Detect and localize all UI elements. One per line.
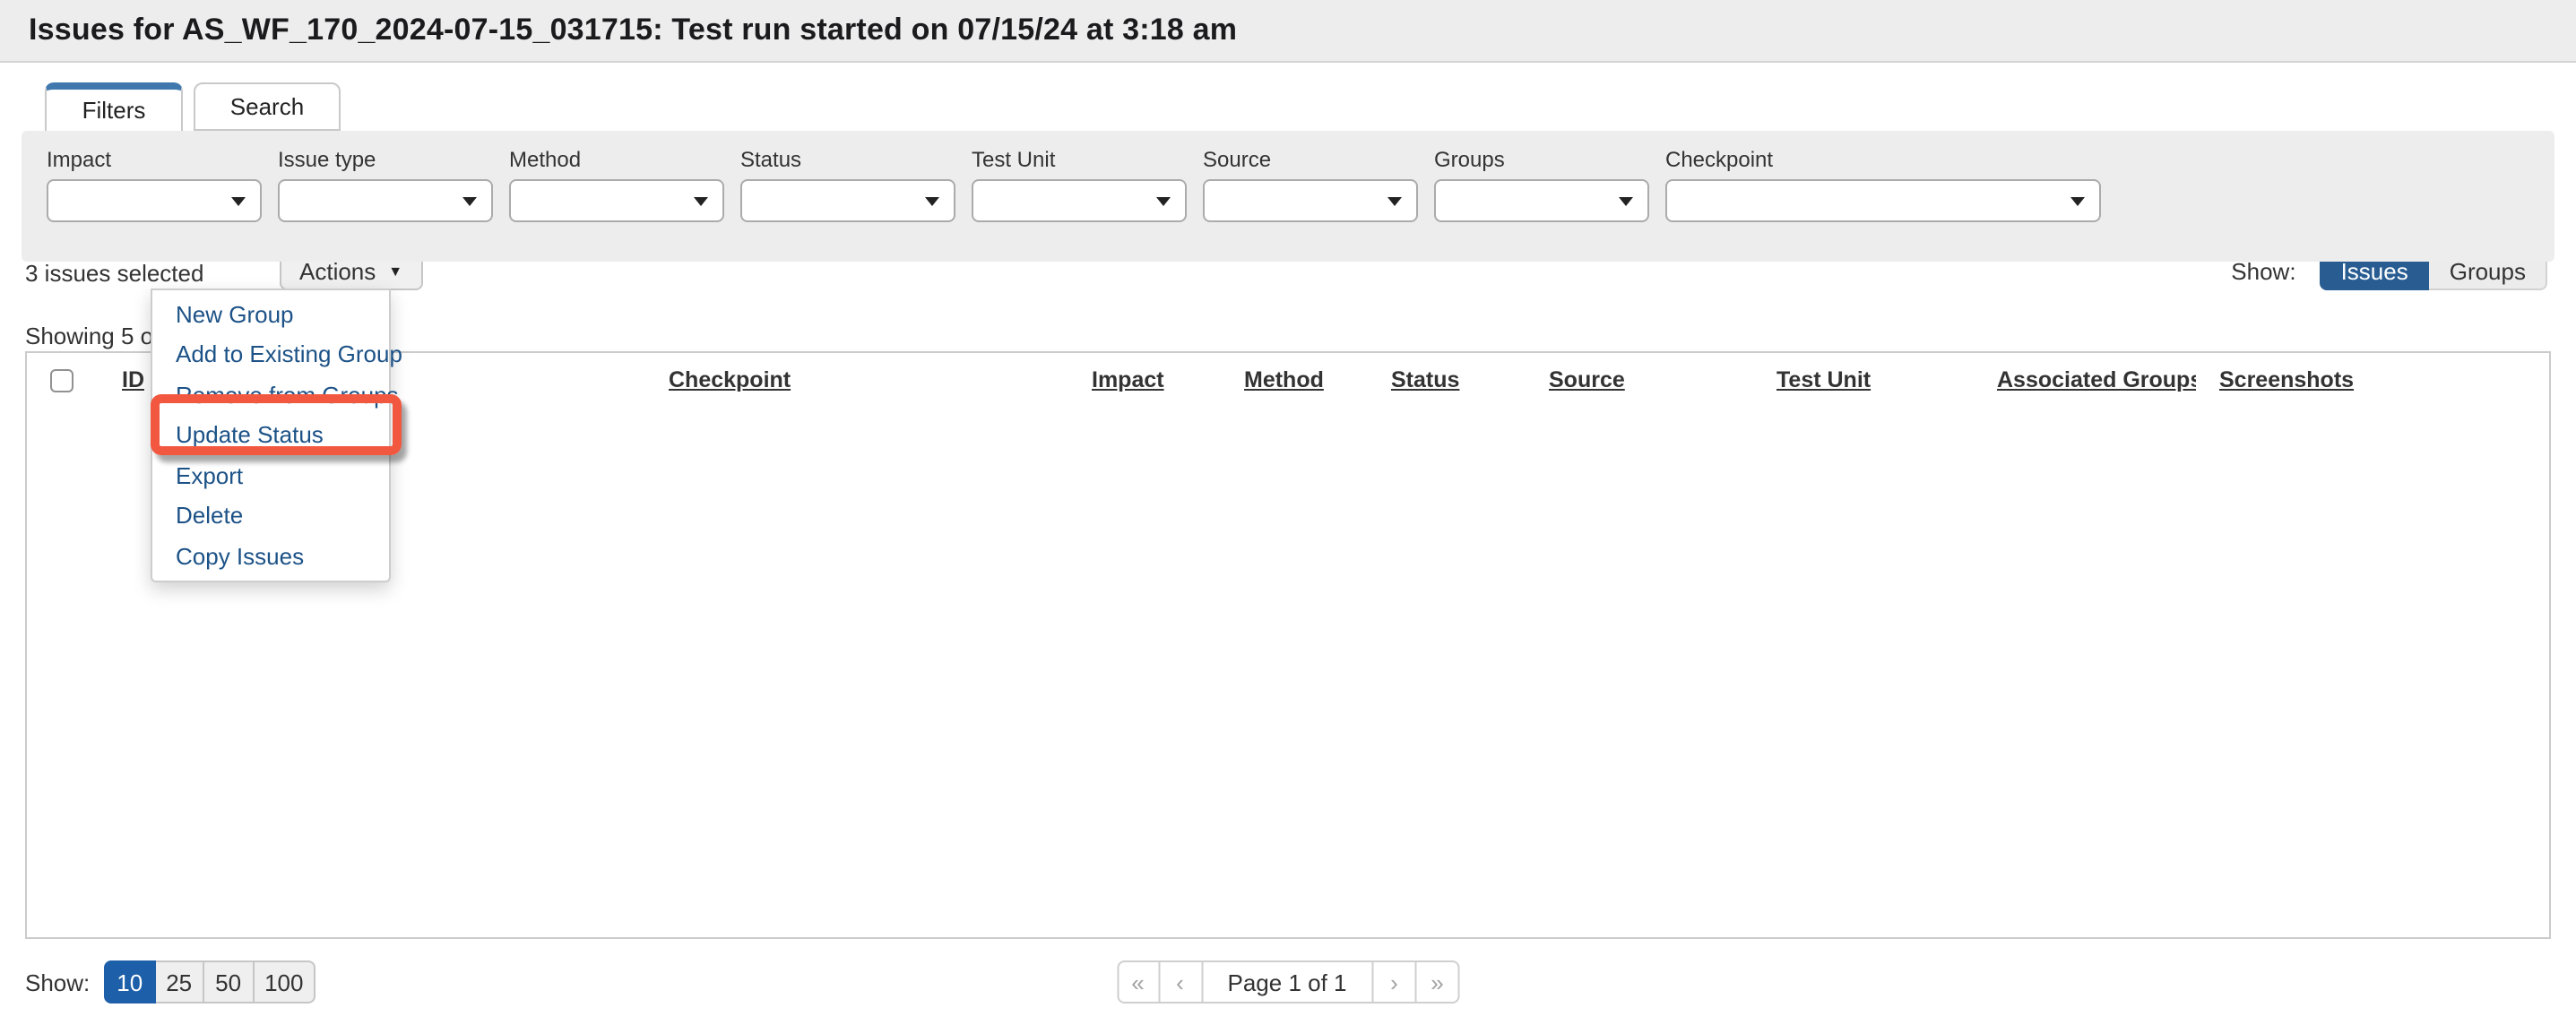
dropdown-caret-icon: [1387, 197, 1402, 206]
page-title: Issues for AS_WF_170_2024-07-15_031715: …: [29, 13, 1238, 47]
filter-label-impact: Impact: [47, 147, 112, 172]
dropdown-caret-icon: [231, 197, 246, 206]
source-filter-select[interactable]: [1203, 179, 1418, 222]
menu-item-remove-from-groups[interactable]: Remove from Groups: [152, 375, 399, 415]
filter-group-method: Method: [509, 147, 724, 262]
dropdown-caret-icon: [2070, 197, 2085, 206]
page-indicator: Page 1 of 1: [1202, 960, 1374, 1003]
filter-label-checkpoint: Checkpoint: [1665, 147, 1774, 172]
chevron-down-icon: ▼: [388, 263, 403, 279]
filter-panel: Impact Issue type Method Status Test Unit Sou…: [22, 131, 2554, 262]
filter-label-groups: Groups: [1434, 147, 1505, 172]
issues-selected-count: 3 issues selected: [25, 259, 204, 286]
next-page-button[interactable]: ›: [1373, 960, 1417, 1003]
tab-filters-label: Filters: [82, 97, 146, 124]
page-header: Issues for AS_WF_170_2024-07-15_031715: …: [0, 0, 2576, 63]
column-header-source[interactable]: Source: [1549, 367, 1625, 392]
menu-item-update-status[interactable]: Update Status: [152, 415, 389, 455]
menu-item-add-to-existing-group[interactable]: Add to Existing Group: [152, 334, 402, 375]
table-header-row: ID▲ Description Checkpoint Impact Method…: [27, 353, 2549, 407]
filter-group-status: Status: [740, 147, 955, 262]
impact-filter-select[interactable]: [47, 179, 262, 222]
dropdown-caret-icon: [462, 197, 477, 206]
filter-label-test-unit: Test Unit: [972, 147, 1056, 172]
page-size-25-button[interactable]: 25: [155, 960, 205, 1003]
filter-group-impact: Impact: [47, 147, 262, 262]
filter-label-source: Source: [1203, 147, 1272, 172]
column-header-impact[interactable]: Impact: [1092, 367, 1164, 392]
status-filter-select[interactable]: [740, 179, 955, 222]
menu-item-export[interactable]: Export: [152, 455, 389, 495]
page-size-100-button[interactable]: 100: [254, 960, 316, 1003]
column-header-id[interactable]: ID: [122, 367, 144, 392]
tab-filters[interactable]: Filters: [45, 82, 183, 131]
tab-search[interactable]: Search: [194, 82, 341, 131]
method-filter-select[interactable]: [509, 179, 724, 222]
first-page-button[interactable]: «: [1116, 960, 1160, 1003]
menu-item-delete[interactable]: Delete: [152, 495, 389, 536]
checkpoint-filter-select[interactable]: [1665, 179, 2101, 222]
select-all-checkbox[interactable]: [50, 369, 73, 393]
groups-filter-select[interactable]: [1434, 179, 1649, 222]
filter-group-source: Source: [1203, 147, 1418, 262]
page-size-control: Show: 10 25 50 100: [25, 960, 316, 1003]
page-size-label: Show:: [25, 969, 91, 995]
dropdown-caret-icon: [1156, 197, 1171, 206]
column-header-test-unit[interactable]: Test Unit: [1776, 367, 1871, 392]
actions-dropdown-menu: New Group Add to Existing Group Remove fro…: [151, 289, 402, 581]
issues-table-container: ID▲ Description Checkpoint Impact Method…: [25, 351, 2551, 939]
last-page-icon: »: [1431, 969, 1444, 995]
dropdown-caret-icon: [1619, 197, 1633, 206]
dropdown-caret-icon: [925, 197, 939, 206]
column-header-checkpoint[interactable]: Checkpoint: [669, 367, 791, 392]
filter-label-status: Status: [740, 147, 802, 172]
issue-type-filter-select[interactable]: [278, 179, 493, 222]
column-header-screenshots[interactable]: Screenshots: [2219, 367, 2354, 392]
menu-item-copy-issues[interactable]: Copy Issues: [152, 536, 389, 576]
tab-bar: Filters Search: [45, 82, 341, 131]
bottom-bar: Show: 10 25 50 100 « ‹ Page 1 of 1 › »: [25, 960, 2551, 1003]
prev-page-button[interactable]: ‹: [1159, 960, 1203, 1003]
menu-item-new-group[interactable]: New Group: [152, 294, 389, 334]
tab-search-label: Search: [229, 93, 305, 120]
filter-label-issue-type: Issue type: [278, 147, 376, 172]
first-page-icon: «: [1131, 969, 1145, 995]
last-page-button[interactable]: »: [1416, 960, 1460, 1003]
dropdown-caret-icon: [694, 197, 708, 206]
page-size-50-button[interactable]: 50: [204, 960, 255, 1003]
column-header-status[interactable]: Status: [1391, 367, 1459, 392]
filter-group-test-unit: Test Unit: [972, 147, 1187, 262]
page-size-group: 10 25 50 100: [104, 960, 316, 1003]
test-unit-filter-select[interactable]: [972, 179, 1187, 222]
filter-group-checkpoint: Checkpoint: [1665, 147, 2101, 262]
page: Issues for AS_WF_170_2024-07-15_031715: …: [0, 0, 2576, 1025]
column-header-associated-groups[interactable]: Associated Groups: [1997, 367, 2196, 392]
next-page-icon: ›: [1390, 969, 1398, 995]
issues-table: ID▲ Description Checkpoint Impact Method…: [27, 353, 2549, 407]
page-size-10-button[interactable]: 10: [104, 960, 156, 1003]
pagination: « ‹ Page 1 of 1 › »: [1116, 960, 1460, 1003]
filter-label-method: Method: [509, 147, 582, 172]
prev-page-icon: ‹: [1176, 969, 1184, 995]
filter-group-issue-type: Issue type: [278, 147, 493, 262]
filter-group-groups: Groups: [1434, 147, 1649, 262]
column-header-method[interactable]: Method: [1244, 367, 1324, 392]
